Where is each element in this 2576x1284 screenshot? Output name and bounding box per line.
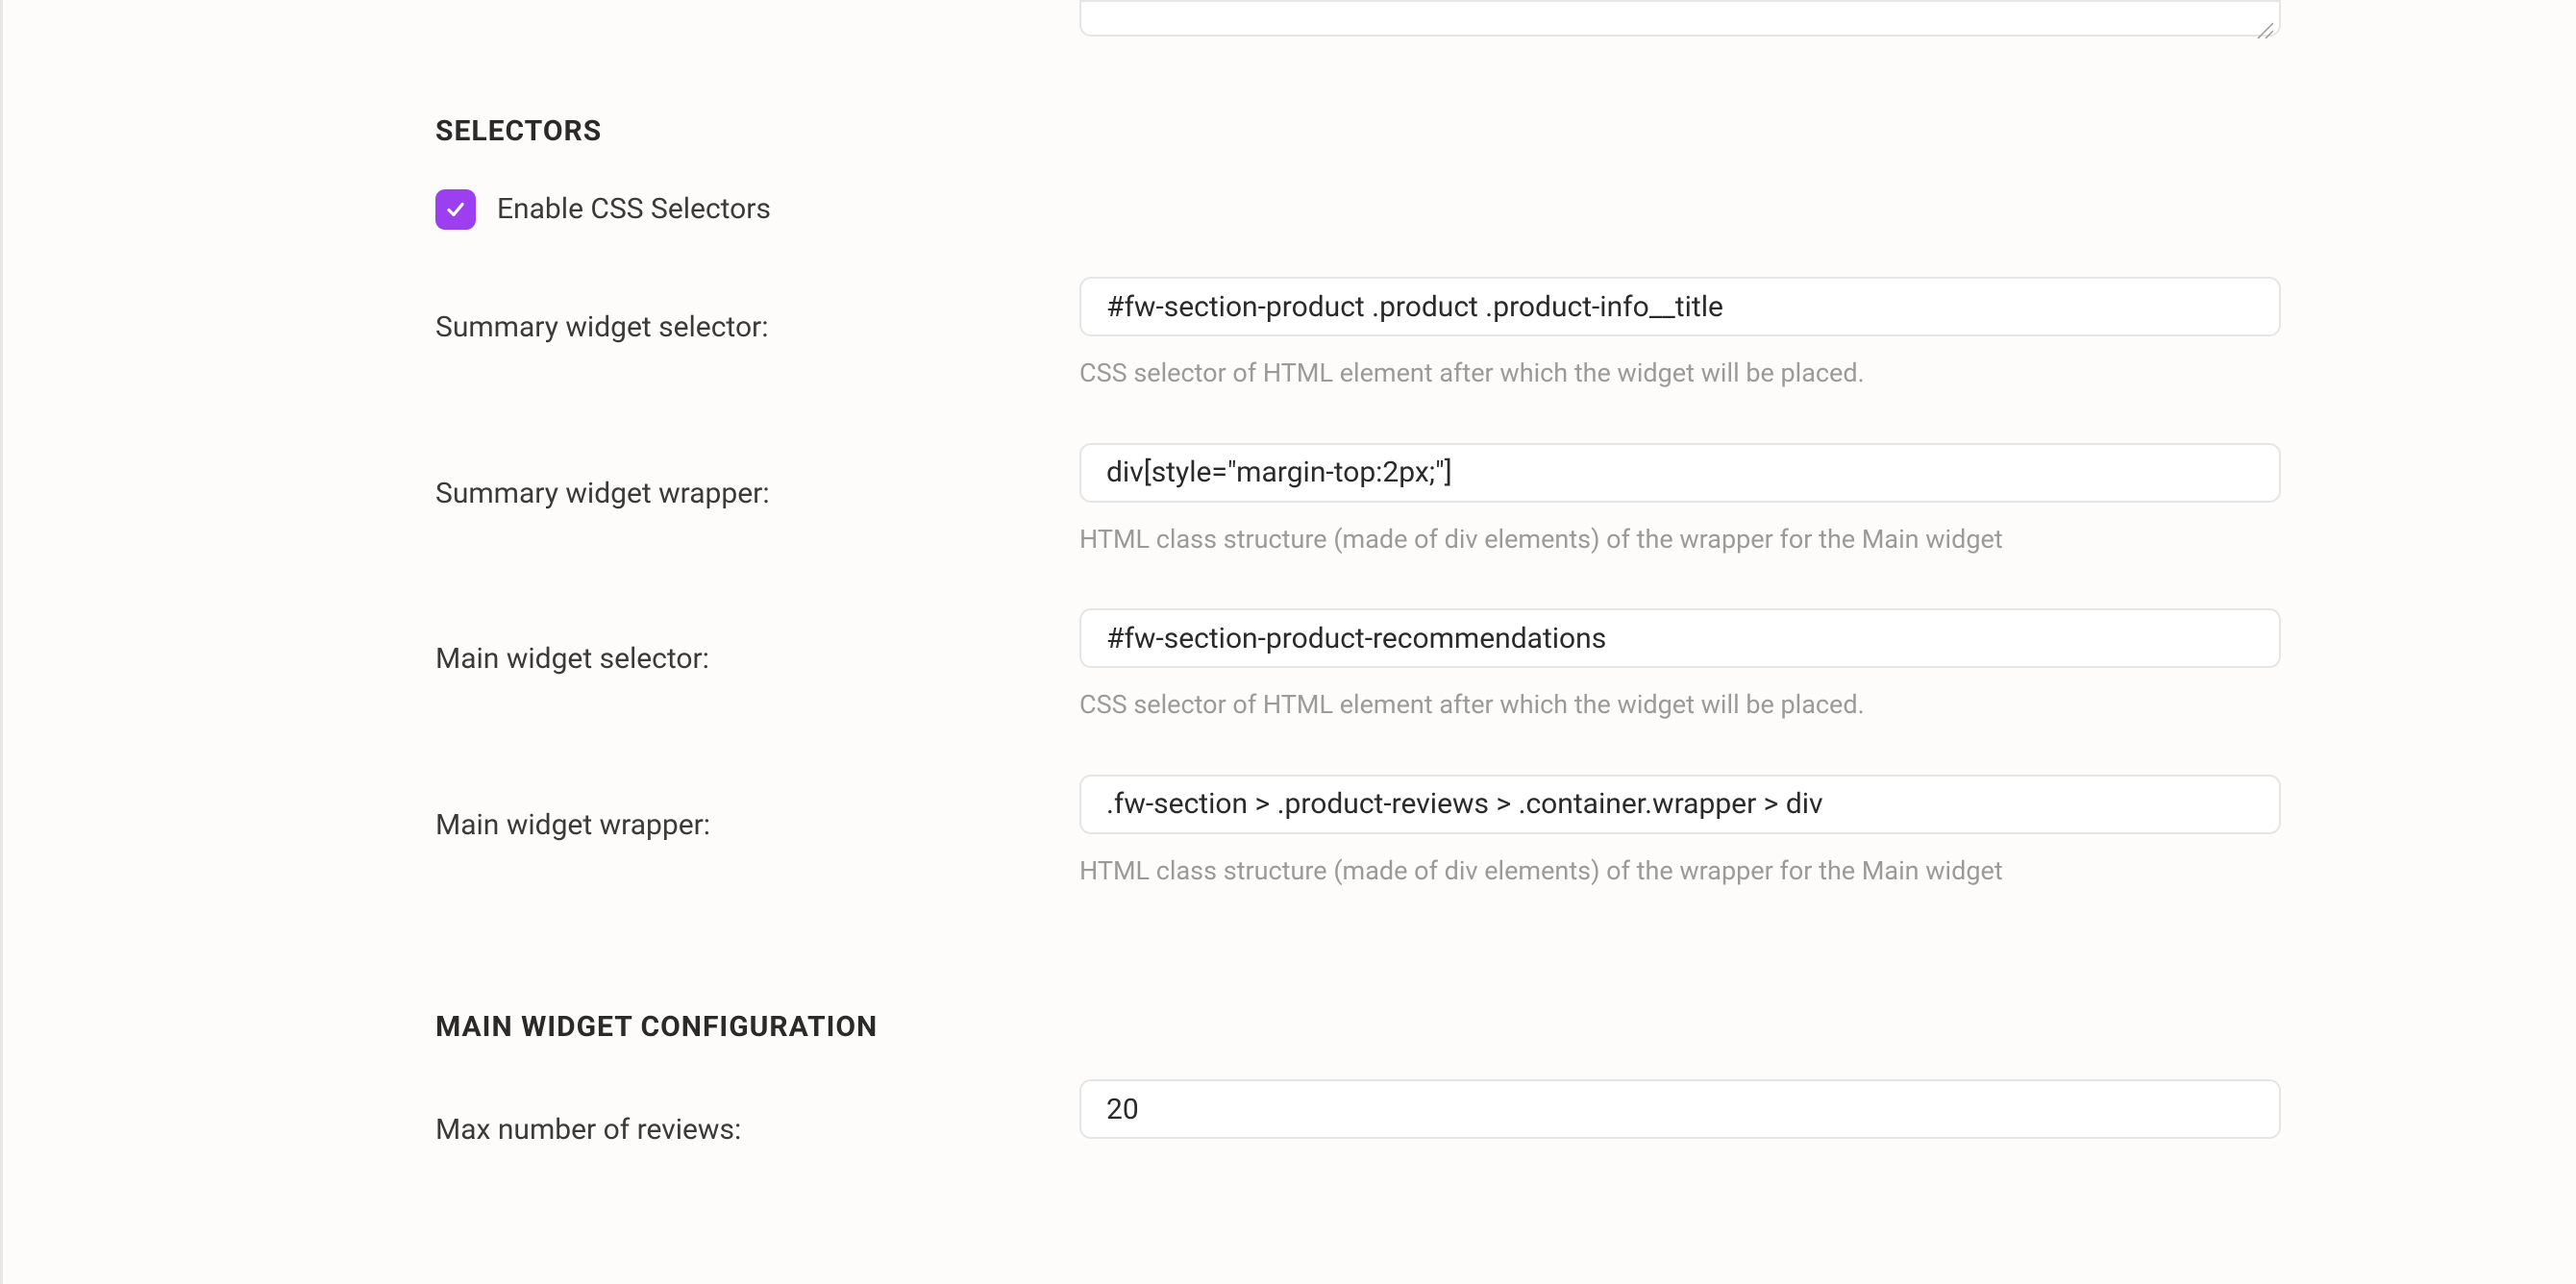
main-widget-selector-help: CSS selector of HTML element after which… (1079, 685, 2281, 725)
main-widget-selector-row: Main widget selector: CSS selector of HT… (435, 608, 2557, 757)
summary-widget-selector-input[interactable] (1079, 277, 2281, 336)
settings-form-panel: SELECTORS Enable CSS Selectors Summary w… (0, 0, 2576, 1284)
summary-widget-selector-help: CSS selector of HTML element after which… (1079, 354, 2281, 393)
summary-widget-wrapper-input[interactable] (1079, 443, 2281, 503)
summary-widget-wrapper-help: HTML class structure (made of div elemen… (1079, 520, 2281, 559)
summary-widget-selector-row: Summary widget selector: CSS selector of… (435, 277, 2557, 426)
summary-widget-selector-label: Summary widget selector: (435, 310, 768, 344)
summary-widget-wrapper-label: Summary widget wrapper: (435, 477, 770, 510)
main-widget-selector-label: Main widget selector: (435, 642, 709, 676)
main-widget-wrapper-input[interactable] (1079, 775, 2281, 834)
main-widget-wrapper-help: HTML class structure (made of div elemen… (1079, 852, 2281, 891)
main-widget-config-heading: MAIN WIDGET CONFIGURATION (435, 1005, 2557, 1049)
max-reviews-label: Max number of reviews: (435, 1113, 741, 1147)
check-icon (444, 198, 467, 221)
selectors-heading: SELECTORS (435, 110, 2557, 153)
max-reviews-row: Max number of reviews: (435, 1079, 2557, 1151)
resize-handle-icon[interactable] (2254, 10, 2273, 29)
main-widget-selector-input[interactable] (1079, 608, 2281, 668)
main-widget-wrapper-row: Main widget wrapper: HTML class structur… (435, 775, 2557, 924)
enable-css-selectors-label: Enable CSS Selectors (497, 187, 771, 231)
enable-css-selectors-checkbox[interactable] (435, 189, 476, 230)
summary-widget-wrapper-row: Summary widget wrapper: HTML class struc… (435, 443, 2557, 592)
max-reviews-input[interactable] (1079, 1079, 2281, 1139)
enable-css-selectors-row: Enable CSS Selectors (435, 187, 2557, 231)
main-widget-wrapper-label: Main widget wrapper: (435, 808, 710, 842)
content-wrapper: SELECTORS Enable CSS Selectors Summary w… (3, 0, 2576, 1151)
previous-textarea-fragment[interactable] (1079, 0, 2281, 37)
